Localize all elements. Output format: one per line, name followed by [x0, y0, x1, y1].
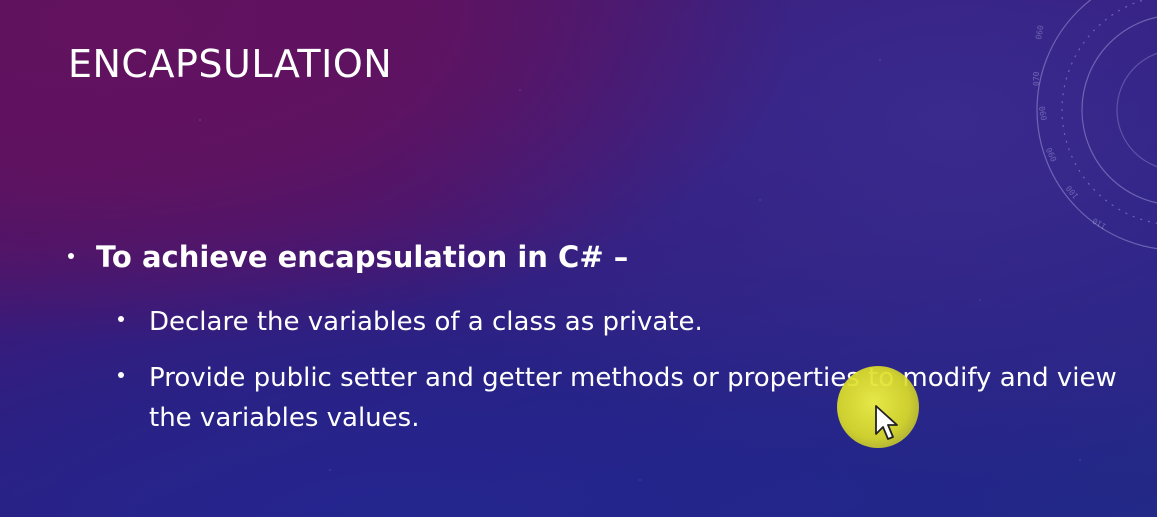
svg-text:060: 060: [1034, 24, 1045, 40]
svg-text:090: 090: [1038, 105, 1049, 121]
bullet-dot-icon: [118, 372, 124, 378]
bullet-dot-icon: [68, 253, 74, 259]
sub-bullet-text: Declare the variables of a class as priv…: [149, 307, 703, 337]
svg-text:070: 070: [1032, 71, 1041, 86]
sub-bullet-text: Provide public setter and getter methods…: [149, 363, 1117, 433]
main-bullet: To achieve encapsulation in C# –: [68, 240, 628, 274]
tech-ring-decoration: 060 070 090 090 100 110: [1032, 0, 1157, 250]
bullet-dot-icon: [118, 316, 124, 322]
svg-text:110: 110: [1091, 216, 1108, 231]
main-bullet-text: To achieve encapsulation in C# –: [96, 240, 629, 274]
sub-bullet: Declare the variables of a class as priv…: [118, 302, 1128, 342]
svg-text:100: 100: [1064, 184, 1080, 201]
sub-bullet: Provide public setter and getter methods…: [118, 358, 1128, 438]
slide-title: ENCAPSULATION: [68, 42, 393, 86]
mouse-pointer-icon: [875, 405, 898, 440]
presentation-slide: 060 070 090 090 100 110 ENCAPSULATION To…: [0, 0, 1157, 517]
